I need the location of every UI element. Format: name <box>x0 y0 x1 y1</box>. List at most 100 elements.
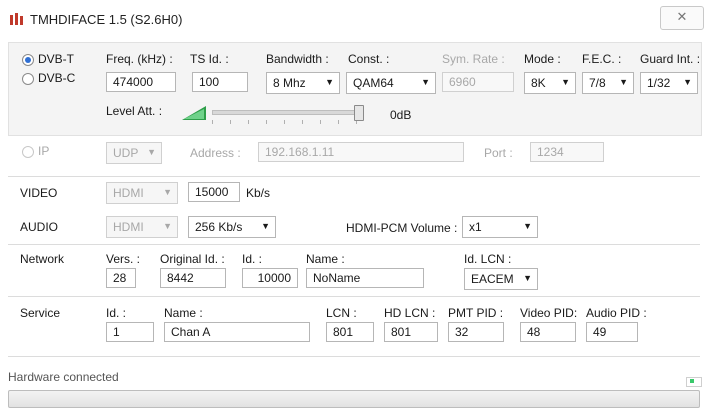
service-video-pid-input[interactable]: 48 <box>520 322 576 342</box>
ip-protocol-select[interactable]: UDP ▼ <box>106 142 162 164</box>
pcm-volume-label: HDMI-PCM Volume : <box>346 221 458 235</box>
network-id-input[interactable]: 10000 <box>242 268 298 288</box>
ip-protocol-value: UDP <box>113 146 139 160</box>
port-input[interactable]: 1234 <box>530 142 604 162</box>
service-hdlcn-input[interactable]: 801 <box>384 322 438 342</box>
close-icon: ✕ <box>676 9 688 24</box>
status-text: Hardware connected <box>8 370 119 384</box>
chevron-down-icon: ▼ <box>523 273 532 283</box>
slider-thumb[interactable] <box>354 105 364 121</box>
network-label: Network <box>20 252 65 266</box>
symrate-label: Sym. Rate : <box>442 52 505 66</box>
freq-input[interactable]: 474000 <box>106 72 176 92</box>
guard-label: Guard Int. : <box>640 52 701 66</box>
video-label: VIDEO <box>20 186 58 200</box>
mode-label: Mode : <box>524 52 561 66</box>
audio-bitrate-select[interactable]: 256 Kb/s ▼ <box>188 216 276 238</box>
video-source-select[interactable]: HDMI ▼ <box>106 182 178 204</box>
service-label: Service <box>20 306 61 320</box>
chevron-down-icon: ▼ <box>325 77 334 87</box>
fec-label: F.E.C. : <box>582 52 622 66</box>
video-source-value: HDMI <box>113 186 144 200</box>
fec-select[interactable]: 7/8 ▼ <box>582 72 634 94</box>
const-select[interactable]: QAM64 ▼ <box>346 72 436 94</box>
const-label: Const. : <box>348 52 390 66</box>
guard-value: 1/32 <box>647 76 671 90</box>
slider-ticks <box>212 120 362 124</box>
dvbc-label: DVB-C <box>38 71 76 85</box>
bandwidth-value: 8 Mhz <box>273 76 306 90</box>
network-vers-input[interactable]: 28 <box>106 268 136 288</box>
service-pmt-input[interactable]: 32 <box>448 322 504 342</box>
mode-select[interactable]: 8K ▼ <box>524 72 576 94</box>
slider-track <box>212 110 364 115</box>
window-title: TMHDIFACE 1.5 (S2.6H0) <box>30 12 183 27</box>
service-audio-pid-label: Audio PID : <box>586 306 647 320</box>
chevron-down-icon: ▼ <box>683 77 692 87</box>
chevron-down-icon: ▼ <box>163 221 172 231</box>
audio-bitrate-value: 256 Kb/s <box>195 220 243 234</box>
pcm-volume-value: x1 <box>469 220 482 234</box>
port-label: Port : <box>484 146 513 160</box>
divider <box>8 296 700 297</box>
service-id-input[interactable]: 1 <box>106 322 154 342</box>
chevron-down-icon: ▼ <box>163 187 172 197</box>
app-bar-icon <box>10 13 23 25</box>
level-value: 0dB <box>390 108 412 122</box>
chevron-down-icon: ▼ <box>523 221 532 231</box>
network-name-label: Name : <box>306 252 345 266</box>
chevron-down-icon: ▼ <box>561 77 570 87</box>
chevron-down-icon: ▼ <box>147 147 156 157</box>
network-orig-input[interactable]: 8442 <box>160 268 226 288</box>
service-name-label: Name : <box>164 306 203 320</box>
network-lcn-label: Id. LCN : <box>464 252 512 266</box>
network-lcn-value: EACEM <box>471 272 514 286</box>
mode-value: 8K <box>531 76 546 90</box>
chevron-down-icon: ▼ <box>619 77 628 87</box>
network-orig-label: Original Id. : <box>160 252 225 266</box>
service-name-input[interactable]: Chan A <box>164 322 310 342</box>
network-id-label: Id. : <box>242 252 263 266</box>
connection-led-icon <box>686 377 702 387</box>
freq-label: Freq. (kHz) : <box>106 52 173 66</box>
video-bitrate-unit: Kb/s <box>246 186 271 200</box>
network-name-input[interactable]: NoName <box>306 268 424 288</box>
network-lcn-select[interactable]: EACEM ▼ <box>464 268 538 290</box>
address-label: Address : <box>190 146 241 160</box>
video-bitrate-input[interactable]: 15000 <box>188 182 240 202</box>
service-lcn-input[interactable]: 801 <box>326 322 374 342</box>
dvbc-radio[interactable] <box>22 73 34 85</box>
network-vers-label: Vers. : <box>106 252 141 266</box>
progress-bar <box>8 390 700 408</box>
service-audio-pid-input[interactable]: 49 <box>586 322 638 342</box>
ip-radio[interactable] <box>22 146 34 158</box>
ip-label: IP <box>38 144 50 158</box>
divider <box>8 176 700 177</box>
level-slider[interactable] <box>212 105 364 128</box>
divider <box>8 356 700 357</box>
audio-label: AUDIO <box>20 220 59 234</box>
bandwidth-select[interactable]: 8 Mhz ▼ <box>266 72 340 94</box>
dvbt-radio[interactable] <box>22 54 34 66</box>
title-bar: TMHDIFACE 1.5 (S2.6H0) ✕ <box>0 0 708 40</box>
guard-select[interactable]: 1/32 ▼ <box>640 72 698 94</box>
address-input[interactable]: 192.168.1.11 <box>258 142 464 162</box>
tsid-label: TS Id. : <box>190 52 229 66</box>
app-window: TMHDIFACE 1.5 (S2.6H0) ✕ DVB-T DVB-C Fre… <box>0 0 708 420</box>
service-lcn-label: LCN : <box>326 306 357 320</box>
service-pmt-label: PMT PID : <box>448 306 504 320</box>
service-video-pid-label: Video PID: <box>520 306 578 320</box>
chevron-down-icon: ▼ <box>421 77 430 87</box>
audio-source-select[interactable]: HDMI ▼ <box>106 216 178 238</box>
close-button[interactable]: ✕ <box>660 6 704 30</box>
chevron-down-icon: ▼ <box>261 221 270 231</box>
dvbt-label: DVB-T <box>38 52 74 66</box>
bandwidth-label: Bandwidth : <box>266 52 329 66</box>
service-id-label: Id. : <box>106 306 127 320</box>
fec-value: 7/8 <box>589 76 606 90</box>
pcm-volume-select[interactable]: x1 ▼ <box>462 216 538 238</box>
service-hdlcn-label: HD LCN : <box>384 306 436 320</box>
symrate-input[interactable]: 6960 <box>442 72 514 92</box>
tsid-input[interactable]: 100 <box>192 72 248 92</box>
divider <box>8 244 700 245</box>
